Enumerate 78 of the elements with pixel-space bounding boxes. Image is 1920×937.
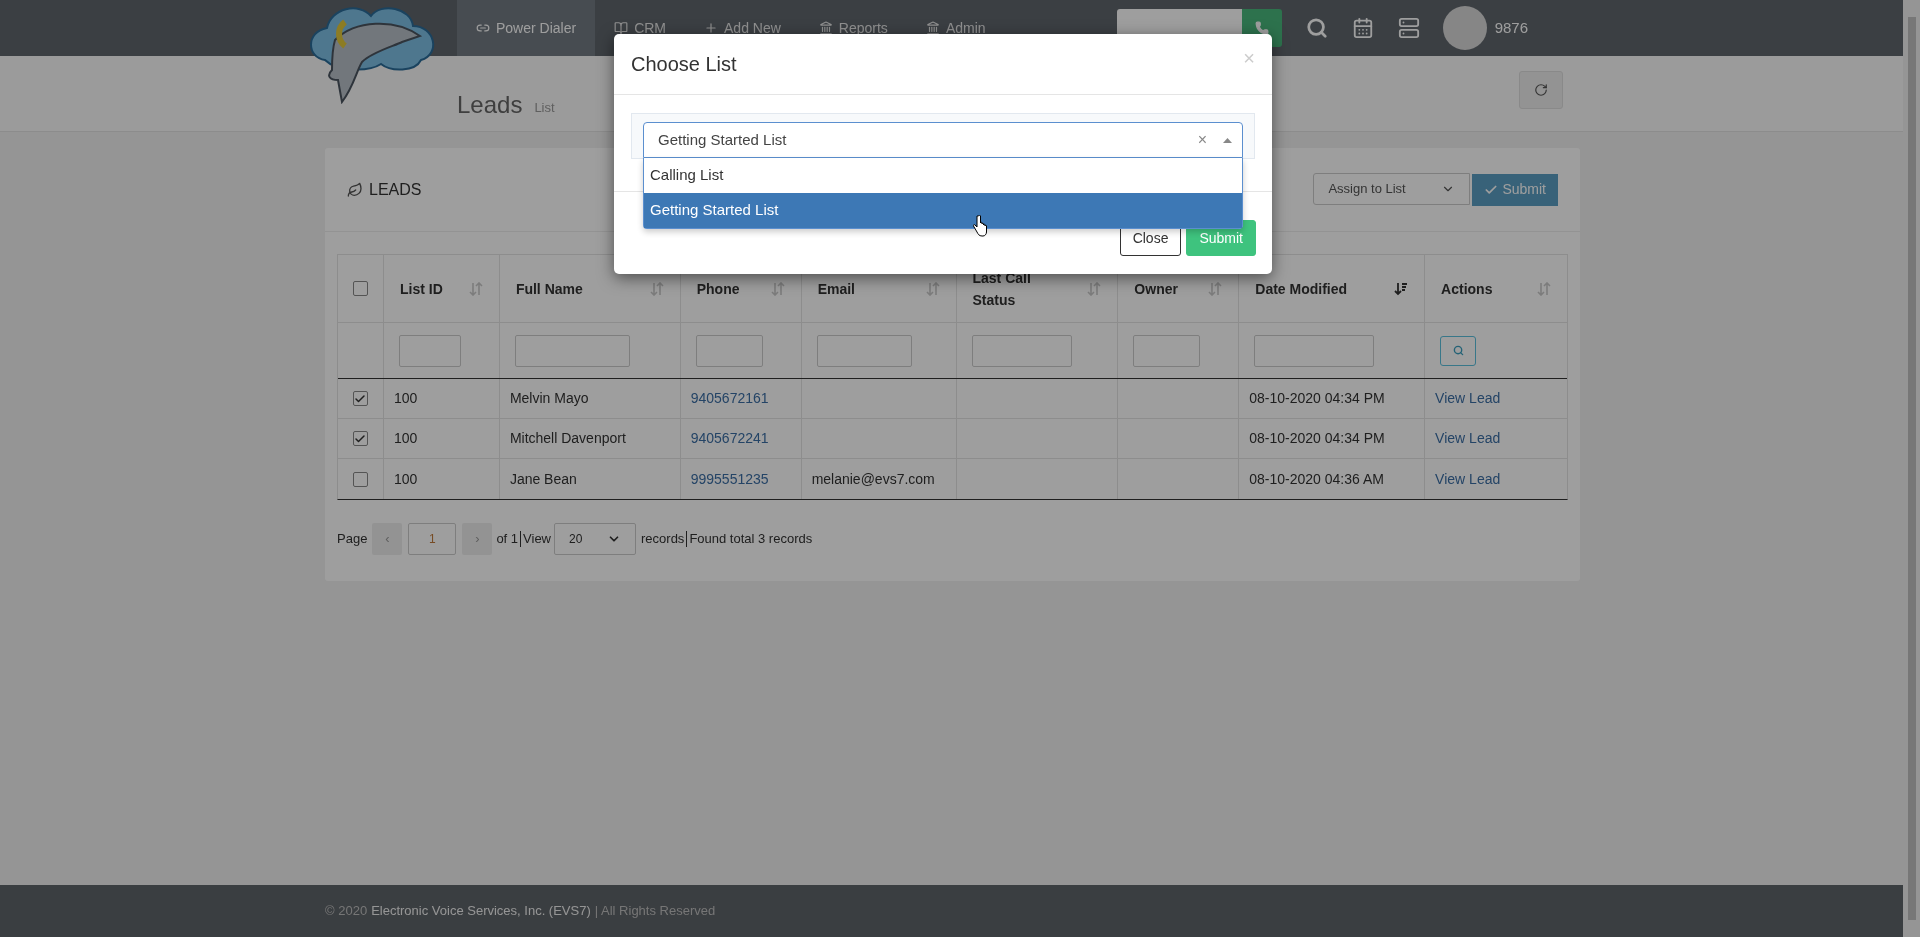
previous-page-button[interactable]: ‹ <box>372 523 403 555</box>
refresh-icon <box>1534 82 1548 97</box>
view-label: View <box>523 530 551 549</box>
table-cell-text: Melvin Mayo <box>509 389 589 408</box>
page-count: of 1 <box>496 530 519 549</box>
phone-link[interactable]: 9995551235 <box>690 468 769 490</box>
card-title: LEADS <box>369 179 422 200</box>
refresh-button[interactable] <box>1519 70 1563 109</box>
column-filter-field[interactable] <box>695 334 763 367</box>
leaf-icon <box>347 181 363 198</box>
table-cell-text: 100 <box>393 469 418 489</box>
avatar[interactable] <box>1442 6 1487 50</box>
table-cell-text: 100 <box>393 389 418 408</box>
column-filter-field[interactable] <box>1133 334 1201 367</box>
column-filter-field[interactable] <box>514 334 630 367</box>
plus-icon <box>704 21 719 35</box>
table-cell-text: Jane Bean <box>509 469 577 489</box>
column-header[interactable]: Actions <box>1425 255 1567 322</box>
sort-icon[interactable] <box>1087 281 1102 296</box>
table-cell-text: 100 <box>393 429 418 448</box>
filter-search-button[interactable] <box>1440 335 1477 366</box>
phone-link[interactable]: 9405672241 <box>690 428 769 449</box>
assign-submit-button[interactable]: Submit <box>1472 173 1558 206</box>
nav-tab[interactable]: Admin <box>906 0 1005 56</box>
table-cell-text: melanie@evs7.com <box>811 469 935 489</box>
column-filter-field[interactable] <box>816 334 912 367</box>
sort-icon[interactable] <box>770 281 785 296</box>
nav-tab[interactable]: Power Dialer <box>457 0 596 56</box>
sort-descending-icon[interactable] <box>1394 281 1409 296</box>
list-select[interactable]: Getting Started List × <box>643 122 1243 158</box>
sort-icon[interactable] <box>1208 281 1223 296</box>
per-page-select[interactable]: 20 <box>554 523 636 555</box>
page-subtitle: List <box>534 98 555 117</box>
table-cell-text: 08-10-2020 04:36 AM <box>1249 469 1384 489</box>
column-filter-field[interactable] <box>971 334 1072 367</box>
table-cell-text: 08-10-2020 04:34 PM <box>1249 429 1385 448</box>
assign-list-select[interactable]: Assign to List <box>1313 173 1471 205</box>
building-icon <box>925 21 940 35</box>
column-filter-field[interactable] <box>1254 334 1375 367</box>
dropdown-option[interactable]: Getting Started List <box>644 193 1242 228</box>
caret-up-icon[interactable] <box>1223 137 1232 143</box>
link-icon <box>476 21 490 35</box>
view-lead-link[interactable]: View Lead <box>1435 388 1501 409</box>
company-link[interactable]: Electronic Voice Services, Inc. (EVS7) <box>371 901 591 921</box>
rights-text: | All Rights Reserved <box>594 902 716 921</box>
building-icon <box>818 21 833 35</box>
book-icon <box>614 21 629 35</box>
calendar-icon[interactable] <box>1351 17 1374 39</box>
scrollbar[interactable] <box>1903 0 1920 937</box>
extension-number: 9876 <box>1494 17 1528 38</box>
records-label: records <box>641 530 685 549</box>
row-checkbox[interactable] <box>353 431 368 446</box>
search-icon[interactable] <box>1305 17 1328 39</box>
clear-selection-button[interactable]: × <box>1197 128 1207 152</box>
sort-icon[interactable] <box>925 281 940 296</box>
table-cell-text: Mitchell Davenport <box>509 429 626 448</box>
page-label: Page <box>337 530 368 549</box>
sort-icon[interactable] <box>1537 281 1551 296</box>
select-all-checkbox[interactable] <box>353 281 368 296</box>
records-found-text: Found total 3 records <box>689 530 813 549</box>
page-title: Leads <box>457 89 523 120</box>
nav-tab[interactable]: Reports <box>799 0 907 56</box>
page-number-field[interactable]: 1 <box>408 523 457 555</box>
view-lead-link[interactable]: View Lead <box>1435 428 1501 449</box>
server-icon[interactable] <box>1397 17 1420 39</box>
column-filter-field[interactable] <box>398 334 461 367</box>
copyright-year: © 2020 <box>325 902 368 921</box>
sort-icon[interactable] <box>649 281 664 296</box>
phone-link[interactable]: 9405672161 <box>690 388 769 409</box>
table-cell-text: 08-10-2020 04:34 PM <box>1249 389 1385 408</box>
next-page-button[interactable]: › <box>462 523 493 555</box>
row-checkbox[interactable] <box>353 471 368 487</box>
search-icon <box>1452 345 1464 356</box>
row-checkbox[interactable] <box>353 391 368 406</box>
dropdown-option[interactable]: Calling List <box>644 158 1242 193</box>
sort-icon[interactable] <box>468 281 483 296</box>
column-header[interactable]: List ID <box>383 255 500 322</box>
view-lead-link[interactable]: View Lead <box>1435 468 1501 490</box>
